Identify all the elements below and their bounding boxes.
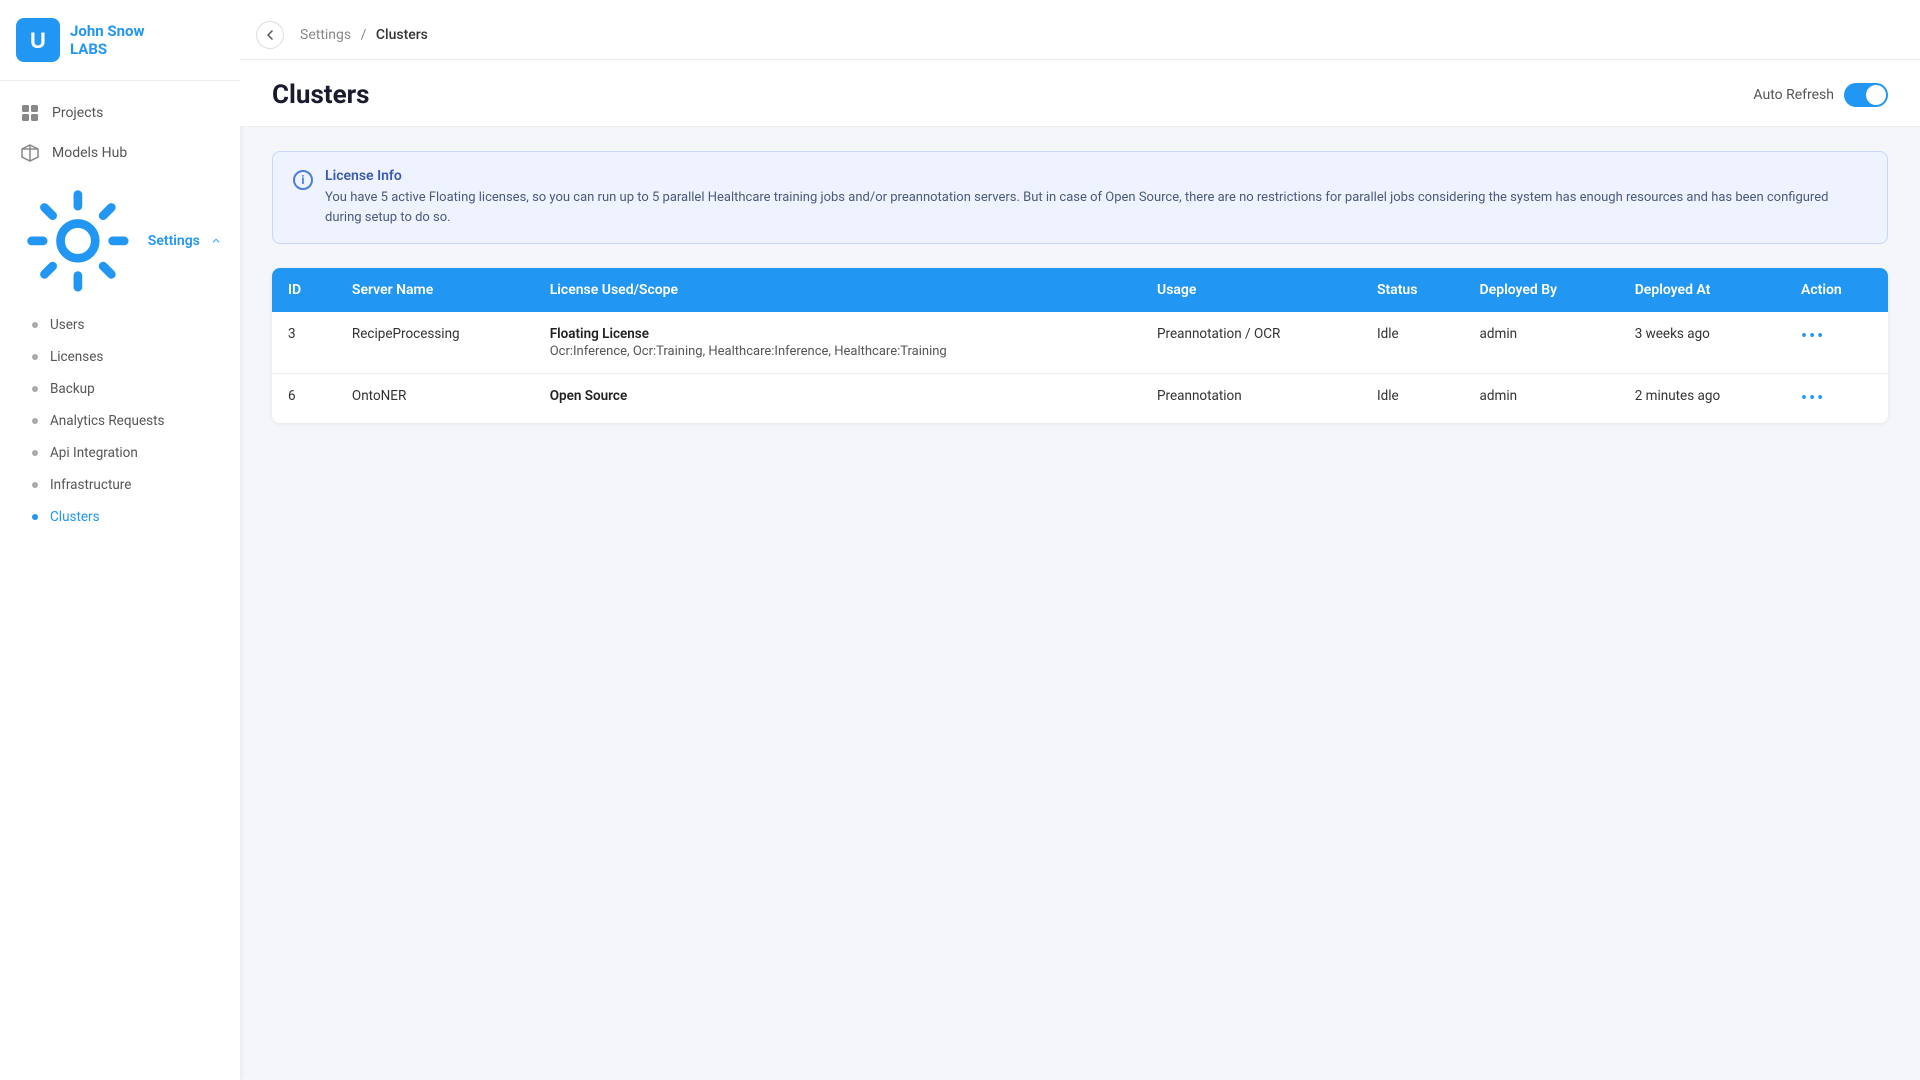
logo-area: U John Snow LABS (0, 0, 240, 81)
sidebar-item-clusters-label: Clusters (50, 509, 100, 525)
sidebar-item-backup[interactable]: Backup (0, 373, 240, 405)
license-info-content: License Info You have 5 active Floating … (325, 168, 1867, 227)
cell-server-name-1: RecipeProcessing (336, 312, 534, 374)
cell-id-1: 3 (272, 312, 336, 374)
breadcrumb-parent[interactable]: Settings (300, 27, 351, 43)
sidebar-item-projects[interactable]: Projects (0, 93, 240, 133)
license-info-box: i License Info You have 5 active Floatin… (272, 151, 1888, 244)
cell-id-2: 6 (272, 374, 336, 424)
auto-refresh-label: Auto Refresh (1753, 87, 1834, 103)
license-type-1: Floating License (550, 326, 1125, 342)
license-type-2: Open Source (550, 388, 1125, 404)
sidebar-settings-label: Settings (148, 233, 200, 249)
table-header: ID Server Name License Used/Scope Usage … (272, 268, 1888, 312)
cell-deployed-by-1: admin (1464, 312, 1619, 374)
action-menu-button-1[interactable]: ••• (1801, 326, 1825, 347)
cell-deployed-at-1: 3 weeks ago (1619, 312, 1785, 374)
table-row: 6 OntoNER Open Source Preannotation Idle… (272, 374, 1888, 424)
sidebar-item-models-hub-label: Models Hub (52, 145, 127, 161)
table-body: 3 RecipeProcessing Floating License Ocr:… (272, 312, 1888, 423)
content-area: i License Info You have 5 active Floatin… (240, 127, 1920, 1080)
cell-license-1: Floating License Ocr:Inference, Ocr:Trai… (534, 312, 1141, 374)
main-content: Settings / Clusters Clusters Auto Refres… (240, 0, 1920, 1080)
sidebar-item-infrastructure-label: Infrastructure (50, 477, 131, 493)
sidebar: U John Snow LABS Projects Models Hub (0, 0, 240, 1080)
toggle-knob (1866, 85, 1886, 105)
col-header-status: Status (1361, 268, 1464, 312)
sidebar-item-projects-label: Projects (52, 105, 103, 121)
col-header-deployed-at: Deployed At (1619, 268, 1785, 312)
license-info-title: License Info (325, 168, 1867, 184)
license-info-body: You have 5 active Floating licenses, so … (325, 188, 1867, 227)
auto-refresh-toggle[interactable] (1844, 83, 1888, 107)
cell-action-1[interactable]: ••• (1785, 312, 1888, 374)
chevron-left-icon (264, 29, 276, 41)
cell-status-2: Idle (1361, 374, 1464, 424)
license-scope-1: Ocr:Inference, Ocr:Training, Healthcare:… (550, 344, 1125, 359)
cell-action-2[interactable]: ••• (1785, 374, 1888, 424)
table-header-row: ID Server Name License Used/Scope Usage … (272, 268, 1888, 312)
col-header-id: ID (272, 268, 336, 312)
sidebar-item-clusters[interactable]: Clusters (0, 501, 240, 533)
jsl-logo-icon: U (16, 18, 60, 62)
topbar: Settings / Clusters (240, 0, 1920, 60)
sidebar-item-api-integration[interactable]: Api Integration (0, 437, 240, 469)
page-title: Clusters (272, 80, 370, 110)
cell-usage-2: Preannotation (1141, 374, 1361, 424)
grid-icon (20, 103, 40, 123)
cell-usage-1: Preannotation / OCR (1141, 312, 1361, 374)
cell-status-1: Idle (1361, 312, 1464, 374)
col-header-license: License Used/Scope (534, 268, 1141, 312)
sidebar-item-models-hub[interactable]: Models Hub (0, 133, 240, 173)
page-header: Clusters Auto Refresh (240, 60, 1920, 127)
sidebar-item-users[interactable]: Users (0, 309, 240, 341)
sidebar-item-analytics-requests[interactable]: Analytics Requests (0, 405, 240, 437)
sidebar-item-api-integration-label: Api Integration (50, 445, 138, 461)
nav-section: Projects Models Hub Settings Users (0, 81, 240, 1080)
clusters-table: ID Server Name License Used/Scope Usage … (272, 268, 1888, 423)
table-row: 3 RecipeProcessing Floating License Ocr:… (272, 312, 1888, 374)
action-menu-button-2[interactable]: ••• (1801, 388, 1825, 409)
sidebar-item-analytics-requests-label: Analytics Requests (50, 413, 164, 429)
breadcrumb: Settings / Clusters (300, 27, 428, 43)
brand-name: John Snow LABS (70, 22, 145, 58)
info-icon: i (293, 170, 313, 190)
cell-deployed-by-2: admin (1464, 374, 1619, 424)
col-header-server-name: Server Name (336, 268, 534, 312)
cell-license-2: Open Source (534, 374, 1141, 424)
collapse-sidebar-button[interactable] (256, 21, 284, 49)
svg-text:U: U (30, 28, 46, 53)
sidebar-item-licenses-label: Licenses (50, 349, 103, 365)
breadcrumb-current: Clusters (376, 27, 428, 43)
sidebar-settings-group[interactable]: Settings (0, 173, 240, 309)
sidebar-item-backup-label: Backup (50, 381, 95, 397)
breadcrumb-separator: / (361, 27, 367, 43)
cell-server-name-2: OntoNER (336, 374, 534, 424)
col-header-deployed-by: Deployed By (1464, 268, 1619, 312)
sidebar-item-infrastructure[interactable]: Infrastructure (0, 469, 240, 501)
auto-refresh-area: Auto Refresh (1753, 83, 1888, 107)
cube-icon (20, 143, 40, 163)
sidebar-item-users-label: Users (50, 317, 84, 333)
sidebar-item-licenses[interactable]: Licenses (0, 341, 240, 373)
gear-icon (20, 183, 136, 299)
col-header-usage: Usage (1141, 268, 1361, 312)
chevron-up-icon (212, 234, 220, 248)
cell-deployed-at-2: 2 minutes ago (1619, 374, 1785, 424)
col-header-action: Action (1785, 268, 1888, 312)
